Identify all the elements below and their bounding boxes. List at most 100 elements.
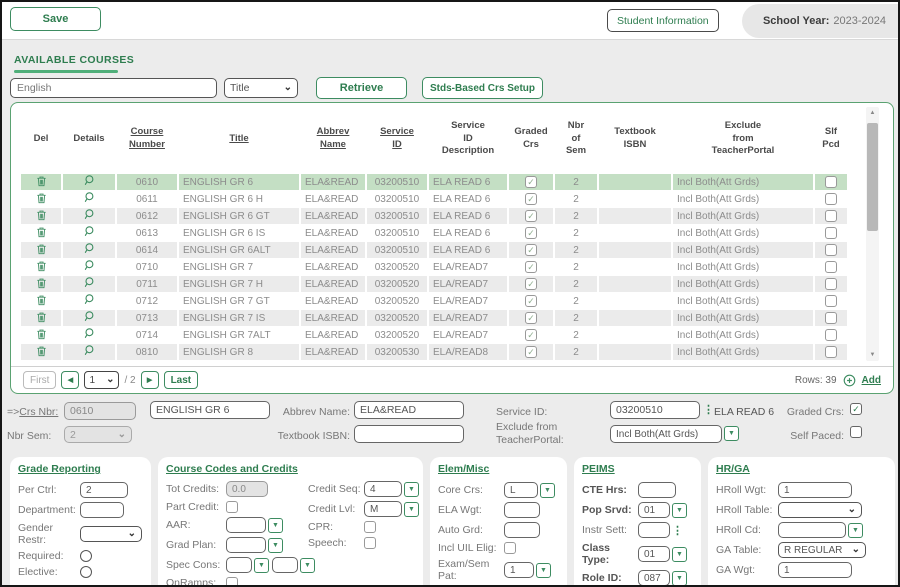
credit-seq-dropdown-icon[interactable]: ▼ [404,482,419,497]
slf-pcd-row-checkbox[interactable] [825,278,837,290]
slf-pcd-cell[interactable] [815,208,847,224]
delete-row-button[interactable] [21,191,61,207]
delete-row-button[interactable] [21,242,61,258]
col-header-service-id[interactable]: Service ID [367,105,427,173]
scrollbar-thumb[interactable] [867,123,878,231]
graded-crs-cell[interactable] [509,208,553,224]
slf-pcd-row-checkbox[interactable] [825,295,837,307]
aar-input[interactable] [226,517,266,533]
row-details-button[interactable] [63,344,115,360]
slf-pcd-row-checkbox[interactable] [825,346,837,358]
textbook-isbn-cell[interactable] [599,344,671,360]
table-scrollbar[interactable]: ▲ ▼ [866,107,879,361]
elective-radio[interactable] [80,566,92,578]
course-number-cell[interactable]: 0714 [117,327,177,343]
delete-row-button[interactable] [21,344,61,360]
graded-crs-cell[interactable] [509,225,553,241]
row-details-button[interactable] [63,242,115,258]
service-id-cell[interactable]: 03200520 [367,327,427,343]
row-details-button[interactable] [63,293,115,309]
title-cell[interactable]: ENGLISH GR 6 GT [179,208,299,224]
slf-pcd-cell[interactable] [815,225,847,241]
nbr-sem-cell[interactable]: 2 [555,276,597,292]
graded-crs-cell[interactable] [509,174,553,190]
row-details-button[interactable] [63,225,115,241]
service-desc-cell[interactable]: ELA/READ7 [429,310,507,326]
instr-sett-picker-icon[interactable]: ⋮ [672,524,683,537]
slf-pcd-cell[interactable] [815,259,847,275]
abbrev-name-cell[interactable]: ELA&READ [301,276,365,292]
title-cell[interactable]: ENGLISH GR 6 [179,174,299,190]
tot-credits-input[interactable] [226,481,268,497]
exam-sem-pat-input[interactable] [504,562,534,578]
pop-srvd-input[interactable] [638,502,670,518]
cpr-checkbox[interactable] [364,521,376,533]
title-cell[interactable]: ENGLISH GR 6 H [179,191,299,207]
service-id-cell[interactable]: 03200520 [367,276,427,292]
stds-based-crs-setup-button[interactable]: Stds-Based Crs Setup [422,77,543,99]
textbook-isbn-cell[interactable] [599,208,671,224]
course-number-cell[interactable]: 0612 [117,208,177,224]
student-information-button[interactable]: Student Information [607,9,719,32]
graded-crs-cell[interactable] [509,310,553,326]
exclude-teacherportal-cell[interactable]: Incl Both(Att Grds) [673,293,813,309]
service-desc-cell[interactable]: ELA/READ7 [429,327,507,343]
slf-pcd-cell[interactable] [815,344,847,360]
nbr-sem-cell[interactable]: 2 [555,293,597,309]
graded-crs-row-checkbox[interactable] [525,346,537,358]
course-number-cell[interactable]: 0614 [117,242,177,258]
service-desc-cell[interactable]: ELA/READ7 [429,259,507,275]
exclude-dropdown-icon[interactable]: ▼ [724,426,739,441]
graded-crs-row-checkbox[interactable] [525,227,537,239]
abbrev-name-cell[interactable]: ELA&READ [301,225,365,241]
nbr-sem-cell[interactable]: 2 [555,208,597,224]
abbrev-name-cell[interactable]: ELA&READ [301,259,365,275]
service-id-input[interactable] [610,401,700,419]
gender-restr-select[interactable]: ⌄ [80,526,142,542]
nbr-sem-cell[interactable]: 2 [555,259,597,275]
title-cell[interactable]: ENGLISH GR 7 [179,259,299,275]
delete-row-button[interactable] [21,327,61,343]
exclude-teacherportal-cell[interactable]: Incl Both(Att Grds) [673,225,813,241]
spec-cons-dropdown-icon-2[interactable]: ▼ [300,558,315,573]
col-header-abbrev-name[interactable]: Abbrev Name [301,105,365,173]
graded-crs-row-checkbox[interactable] [525,329,537,341]
incl-uil-elig-checkbox[interactable] [504,542,516,554]
search-input[interactable] [10,78,217,98]
prev-page-button[interactable]: ◀ [61,371,79,389]
abbrev-name-cell[interactable]: ELA&READ [301,242,365,258]
slf-pcd-row-checkbox[interactable] [825,176,837,188]
class-type-dropdown-icon[interactable]: ▼ [672,547,687,562]
abbrev-name-cell[interactable]: ELA&READ [301,174,365,190]
service-id-cell[interactable]: 03200510 [367,225,427,241]
add-circle-icon[interactable] [843,374,856,387]
abbrev-name-cell[interactable]: ELA&READ [301,327,365,343]
scroll-up-icon[interactable]: ▲ [866,107,879,119]
slf-pcd-row-checkbox[interactable] [825,312,837,324]
hroll-cd-input[interactable] [778,522,846,538]
course-title-input[interactable] [150,401,270,419]
textbook-isbn-cell[interactable] [599,225,671,241]
exclude-teacherportal-cell[interactable]: Incl Both(Att Grds) [673,276,813,292]
service-id-cell[interactable]: 03200510 [367,174,427,190]
self-paced-checkbox[interactable] [850,426,862,438]
grad-plan-input[interactable] [226,537,266,553]
slf-pcd-row-checkbox[interactable] [825,193,837,205]
slf-pcd-cell[interactable] [815,174,847,190]
course-number-cell[interactable]: 0610 [117,174,177,190]
service-desc-cell[interactable]: ELA/READ8 [429,344,507,360]
title-cell[interactable]: ENGLISH GR 6ALT [179,242,299,258]
instr-sett-input[interactable] [638,522,670,538]
ga-table-select[interactable]: R REGULAR⌄ [778,542,866,558]
textbook-isbn-cell[interactable] [599,242,671,258]
nbr-sem-cell[interactable]: 2 [555,225,597,241]
slf-pcd-cell[interactable] [815,327,847,343]
exclude-teacherportal-cell[interactable]: Incl Both(Att Grds) [673,344,813,360]
nbr-sem-cell[interactable]: 2 [555,242,597,258]
speech-checkbox[interactable] [364,537,376,549]
part-credit-checkbox[interactable] [226,501,238,513]
per-ctrl-input[interactable] [80,482,128,498]
nbr-sem-cell[interactable]: 2 [555,191,597,207]
next-page-button[interactable]: ▶ [141,371,159,389]
service-id-cell[interactable]: 03200510 [367,242,427,258]
